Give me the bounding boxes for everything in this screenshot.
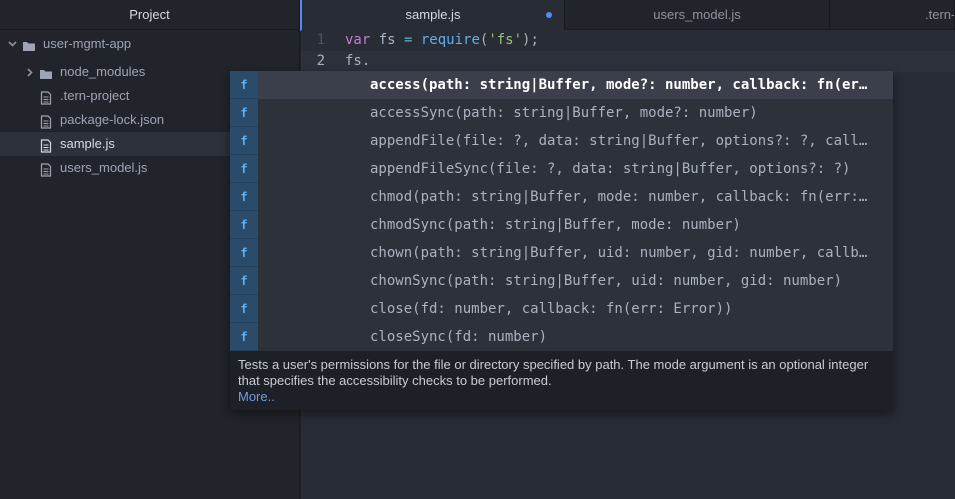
function-type-icon: f [230,295,258,323]
autocomplete-signature: chown(path: string|Buffer, uid: number, … [370,245,870,261]
folder-icon [22,37,36,51]
tab-label: sample.js [405,7,461,22]
tab-bar: sample.js users_model.js .tern- [300,0,955,31]
line-number: 2 [316,53,325,69]
autocomplete-item[interactable]: f appendFileSync(file: ?, data: string|B… [230,155,893,183]
tab-users-model-js[interactable]: users_model.js [565,0,830,30]
modified-dot-icon[interactable] [546,12,552,18]
folder-icon [39,65,53,79]
autocomplete-item[interactable]: f chownSync(path: string|Buffer, uid: nu… [230,267,893,295]
more-link[interactable]: More.. [238,389,885,405]
autocomplete-description: Tests a user's permissions for the file … [230,351,893,410]
code-line-current: 2 fs. [301,51,955,72]
sidebar-title: Project [0,0,299,30]
chevron-down-icon[interactable] [8,32,18,56]
tree-item-label: node_modules [60,64,146,79]
tab-label: .tern- [925,7,955,22]
identifier-token: fs [370,32,405,48]
description-text: Tests a user's permissions for the file … [238,357,869,388]
function-type-icon: f [230,71,258,99]
autocomplete-item[interactable]: f chmodSync(path: string|Buffer, mode: n… [230,211,893,239]
function-type-icon: f [230,183,258,211]
autocomplete-item[interactable]: f accessSync(path: string|Buffer, mode?:… [230,99,893,127]
tree-item-label: users_model.js [60,160,148,175]
tree-item-label: sample.js [60,136,115,151]
function-token: require [412,32,480,48]
autocomplete-signature: accessSync(path: string|Buffer, mode?: n… [370,105,758,121]
chevron-right-icon[interactable] [26,60,36,84]
autocomplete-signature: close(fd: number, callback: fn(err: Erro… [370,301,733,317]
autocomplete-signature: chmod(path: string|Buffer, mode: number,… [370,189,870,205]
keyword-token: var [345,32,371,48]
autocomplete-popup: f access(path: string|Buffer, mode?: num… [230,71,893,410]
function-type-icon: f [230,211,258,239]
function-type-icon: f [230,239,258,267]
function-type-icon: f [230,127,258,155]
autocomplete-item[interactable]: f chmod(path: string|Buffer, mode: numbe… [230,183,893,211]
tree-root-label: user-mgmt-app [43,36,132,51]
autocomplete-signature: access(path: string|Buffer, mode?: numbe… [370,77,870,93]
file-icon [39,89,53,105]
tree-item-label: package-lock.json [60,112,165,127]
autocomplete-item[interactable]: f appendFile(file: ?, data: string|Buffe… [230,127,893,155]
autocomplete-signature: appendFileSync(file: ?, data: string|Buf… [370,161,851,177]
editor-window: Project user-mgmt-app node_modules .tern… [0,0,955,499]
autocomplete-item[interactable]: f close(fd: number, callback: fn(err: Er… [230,295,893,323]
string-token: 'fs' [488,32,523,48]
tab-sample-js[interactable]: sample.js [300,0,565,31]
function-type-icon: f [230,155,258,183]
function-type-icon: f [230,323,258,351]
tab-tern-project[interactable]: .tern- [830,0,955,30]
line-number: 1 [316,32,325,48]
autocomplete-signature: closeSync(fd: number) [370,329,548,345]
file-icon [39,161,53,177]
tab-label: users_model.js [653,7,741,22]
autocomplete-signature: chownSync(path: string|Buffer, uid: numb… [370,273,843,289]
function-type-icon: f [230,267,258,295]
file-icon [39,113,53,129]
code-text: fs. [345,53,371,69]
autocomplete-signature: chmodSync(path: string|Buffer, mode: num… [370,217,741,233]
code-text: var fs = require('fs'); [345,30,539,51]
function-type-icon: f [230,99,258,127]
tree-item-label: .tern-project [60,88,130,103]
autocomplete-item[interactable]: f access(path: string|Buffer, mode?: num… [230,71,893,99]
paren-token: ); [522,32,539,48]
autocomplete-item[interactable]: f closeSync(fd: number) [230,323,893,351]
autocomplete-signature: appendFile(file: ?, data: string|Buffer,… [370,133,870,149]
code-line: 1 var fs = require('fs'); [301,30,955,51]
autocomplete-item[interactable]: f chown(path: string|Buffer, uid: number… [230,239,893,267]
tree-root-folder[interactable]: user-mgmt-app [0,32,300,56]
file-icon [39,137,53,153]
